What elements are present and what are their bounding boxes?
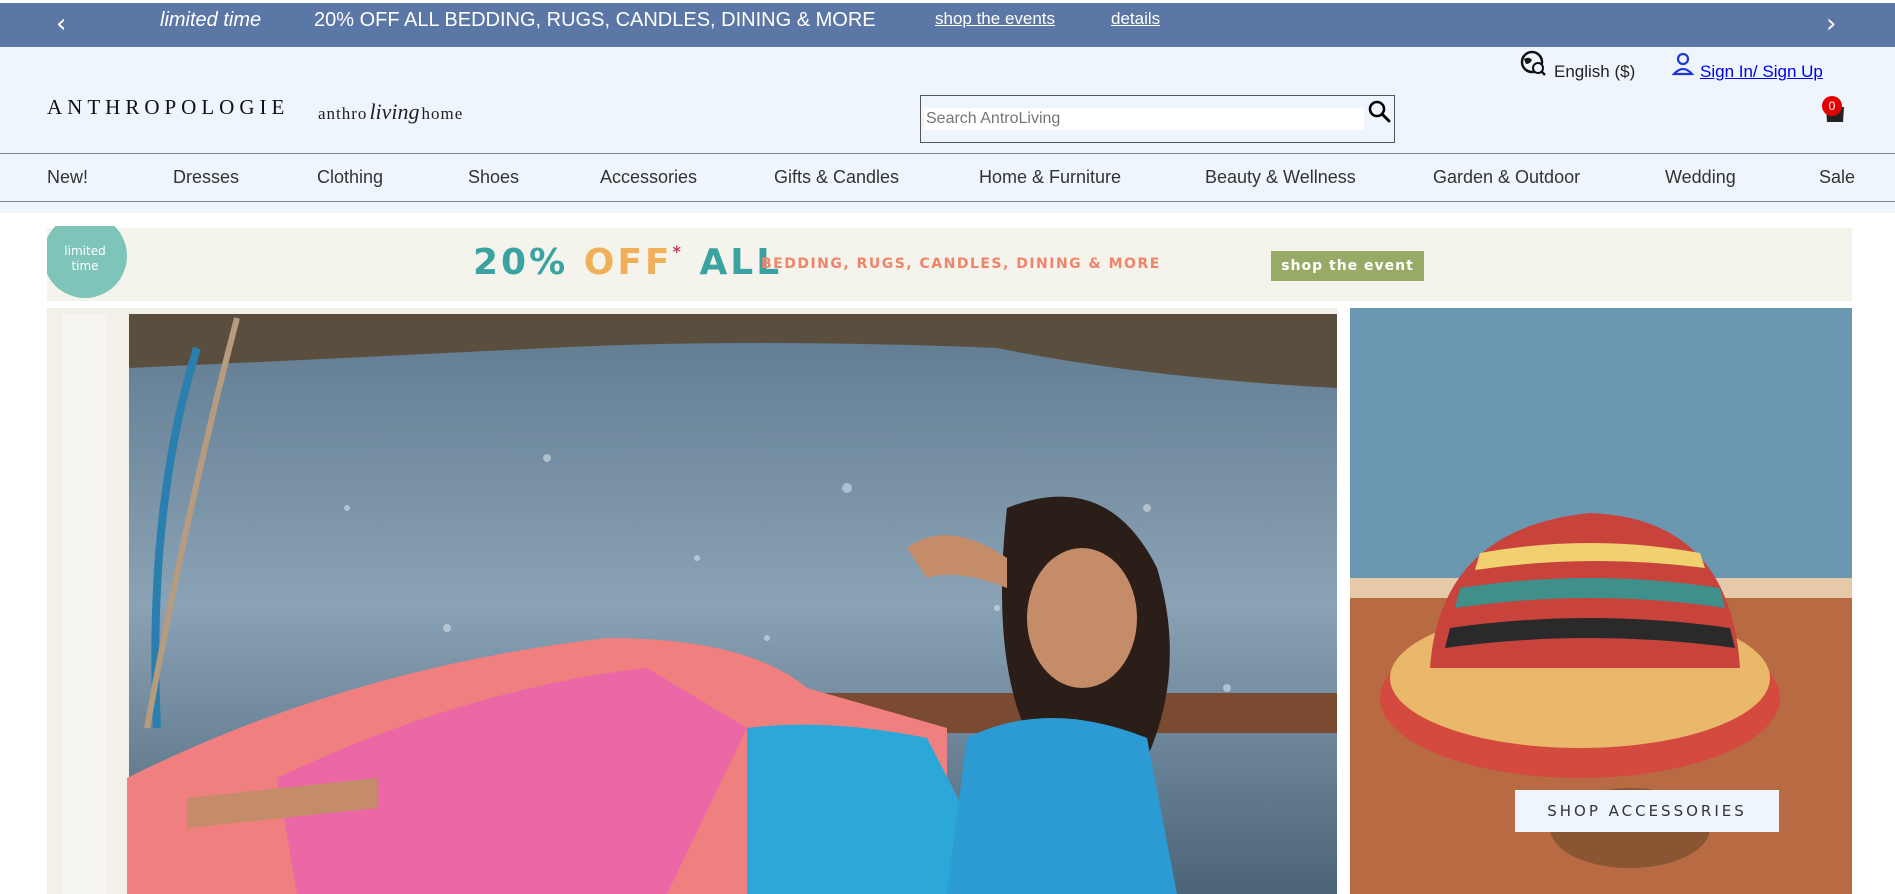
language-label: English ($) xyxy=(1554,62,1636,81)
chevron-left-icon[interactable]: ‹ xyxy=(56,11,66,37)
search-input[interactable] xyxy=(924,108,1364,130)
main-nav: New! Dresses Clothing Shoes Accessories … xyxy=(0,153,1895,202)
globe-icon xyxy=(1520,50,1546,76)
nav-item-home-furniture[interactable]: Home & Furniture xyxy=(979,167,1121,188)
event-banner[interactable]: limited time 20% OFF* ALL BEDDING, RUGS,… xyxy=(43,214,1852,301)
shop-the-event-button[interactable]: shop the event xyxy=(1271,251,1424,281)
promo-bar: ‹ limited time 20% OFF ALL BEDDING, RUGS… xyxy=(0,3,1895,47)
cart-count-badge: 0 xyxy=(1822,96,1842,116)
nav-item-beauty-wellness[interactable]: Beauty & Wellness xyxy=(1205,167,1356,188)
event-categories: BEDDING, RUGS, CANDLES, DINING & MORE xyxy=(761,256,1161,272)
nav-item-clothing[interactable]: Clothing xyxy=(317,167,383,188)
promo-limited-time: limited time xyxy=(160,9,262,31)
nav-item-wedding[interactable]: Wedding xyxy=(1665,167,1736,188)
sublogo-script: living xyxy=(369,99,420,124)
nav-item-gifts-candles[interactable]: Gifts & Candles xyxy=(774,167,899,188)
site-header: ANTHROPOLOGIE anthrolivinghome English (… xyxy=(0,47,1895,153)
signin-link[interactable]: Sign In/ Sign Up xyxy=(1700,62,1823,82)
nav-item-shoes[interactable]: Shoes xyxy=(468,167,519,188)
big-off-headline: 20% OFF* ALL xyxy=(473,242,782,283)
details-link[interactable]: details xyxy=(1111,9,1160,29)
search-icon[interactable] xyxy=(1367,99,1391,123)
shop-the-events-link[interactable]: shop the events xyxy=(935,9,1055,29)
off-asterisk: * xyxy=(672,242,684,261)
chevron-right-icon[interactable]: › xyxy=(1826,11,1836,37)
hero-dress-illustration xyxy=(47,308,1337,894)
anthroliving-logo[interactable]: anthroliving home xyxy=(318,99,463,125)
hero-image-dress[interactable] xyxy=(47,308,1337,894)
sublogo-left: anthro xyxy=(318,104,368,123)
nav-item-sale[interactable]: Sale xyxy=(1819,167,1855,188)
badge-text: limited time xyxy=(47,244,123,274)
nav-item-new[interactable]: New! xyxy=(47,167,88,188)
shop-accessories-button[interactable]: SHOP ACCESSORIES xyxy=(1515,790,1779,832)
user-icon[interactable] xyxy=(1672,52,1694,78)
off-word: OFF xyxy=(583,242,673,283)
promo-message: 20% OFF ALL BEDDING, RUGS, CANDLES, DINI… xyxy=(314,9,876,31)
nav-item-garden-outdoor[interactable]: Garden & Outdoor xyxy=(1433,167,1580,188)
limited-time-badge: limited time xyxy=(43,214,127,298)
sublogo-right: home xyxy=(421,104,464,123)
off-percent: 20% xyxy=(473,242,569,283)
nav-item-dresses[interactable]: Dresses xyxy=(173,167,239,188)
anthropologie-logo[interactable]: ANTHROPOLOGIE xyxy=(47,95,289,120)
search-box xyxy=(920,95,1395,143)
badge-line2: time xyxy=(71,259,99,273)
nav-divider-strip xyxy=(0,202,1895,213)
nav-item-accessories[interactable]: Accessories xyxy=(600,167,697,188)
badge-line1: limited xyxy=(64,244,106,258)
